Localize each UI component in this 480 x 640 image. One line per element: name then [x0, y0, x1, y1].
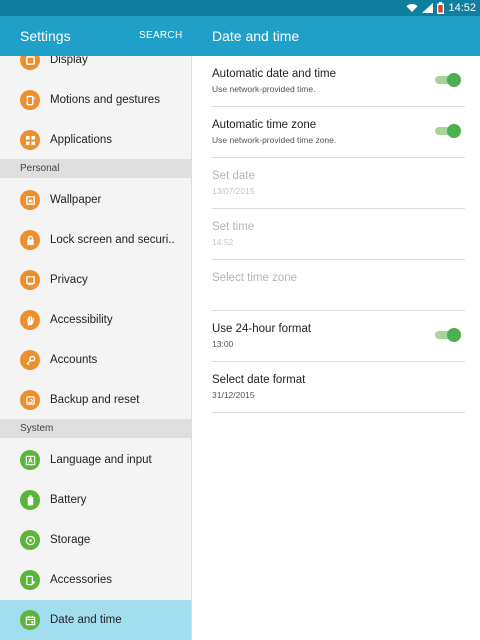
setting-title: Set date	[212, 170, 255, 182]
search-button[interactable]: SEARCH	[139, 30, 182, 41]
toggle-knob	[447, 73, 461, 87]
section-header-system: System	[0, 419, 191, 438]
setting-title: Set time	[212, 221, 255, 233]
settings-sidebar[interactable]: Display Motions and gestures Application…	[0, 56, 192, 640]
date-time-panel: Automatic date and time Use network-prov…	[193, 56, 480, 640]
setting-subtitle: 13:00	[212, 339, 234, 349]
privacy-icon	[20, 270, 40, 290]
lock-icon	[20, 230, 40, 250]
setting-subtitle: 14:52	[212, 237, 234, 247]
section-header-personal: Personal	[0, 159, 191, 178]
wifi-icon	[406, 4, 418, 12]
sidebar-item-label: Storage	[50, 534, 91, 546]
setting-title: Select time zone	[212, 272, 298, 284]
setting-set-time: Set time 14:52	[212, 209, 465, 260]
motions-icon	[20, 90, 40, 110]
sidebar-item-label: Lock screen and securi..	[50, 234, 175, 246]
sidebar-item-motions[interactable]: Motions and gestures	[0, 80, 191, 120]
sidebar-item-language[interactable]: Language and input	[0, 440, 191, 480]
setting-automatic-date-time[interactable]: Automatic date and time Use network-prov…	[212, 56, 465, 107]
sidebar-item-label: Display	[50, 56, 88, 66]
setting-title: Use 24-hour format	[212, 323, 312, 335]
sidebar-item-label: Accessories	[50, 574, 112, 586]
sidebar-item-label: Wallpaper	[50, 194, 102, 206]
sidebar-item-storage[interactable]: Storage	[0, 520, 191, 560]
wallpaper-icon	[20, 190, 40, 210]
applications-icon	[20, 130, 40, 150]
calendar-icon	[20, 610, 40, 630]
app-bar: Settings SEARCH Date and time	[0, 16, 480, 56]
sidebar-item-wallpaper[interactable]: Wallpaper	[0, 180, 191, 220]
setting-subtitle: 31/12/2015	[212, 390, 255, 400]
setting-24-hour-format[interactable]: Use 24-hour format 13:00	[212, 311, 465, 362]
battery-icon	[20, 490, 40, 510]
status-icons: 14:52	[406, 1, 476, 15]
sidebar-item-date-time[interactable]: Date and time	[0, 600, 191, 640]
setting-subtitle: Use network-provided time.	[212, 84, 316, 94]
toggle-knob	[447, 328, 461, 342]
storage-icon	[20, 530, 40, 550]
sidebar-item-battery[interactable]: Battery	[0, 480, 191, 520]
setting-select-time-zone: Select time zone	[212, 260, 465, 311]
sidebar-item-lock-screen[interactable]: Lock screen and securi..	[0, 220, 191, 260]
panel-title: Date and time	[212, 28, 300, 44]
battery-low-icon	[437, 2, 445, 14]
setting-title: Automatic time zone	[212, 119, 317, 131]
accessibility-hand-icon	[20, 310, 40, 330]
setting-title: Automatic date and time	[212, 68, 337, 80]
setting-select-date-format[interactable]: Select date format 31/12/2015	[212, 362, 465, 413]
language-icon	[20, 450, 40, 470]
sidebar-item-label: Backup and reset	[50, 394, 140, 406]
sidebar-item-accessories[interactable]: Accessories	[0, 560, 191, 600]
accessories-icon	[20, 570, 40, 590]
status-bar: 14:52	[0, 0, 480, 16]
key-icon	[20, 350, 40, 370]
sidebar-item-privacy[interactable]: Privacy	[0, 260, 191, 300]
sidebar-item-label: Language and input	[50, 454, 152, 466]
setting-automatic-time-zone[interactable]: Automatic time zone Use network-provided…	[212, 107, 465, 158]
sidebar-item-label: Date and time	[50, 614, 122, 626]
signal-icon	[422, 3, 434, 13]
sidebar-item-label: Battery	[50, 494, 87, 506]
24-hour-format-toggle[interactable]	[435, 328, 461, 342]
sidebar-item-label: Accessibility	[50, 314, 113, 326]
sidebar-item-label: Applications	[50, 134, 113, 146]
backup-icon	[20, 390, 40, 410]
status-clock: 14:52	[448, 2, 476, 14]
settings-title: Settings	[20, 28, 71, 44]
sidebar-item-accounts[interactable]: Accounts	[0, 340, 191, 380]
sidebar-item-backup[interactable]: Backup and reset	[0, 380, 191, 420]
setting-subtitle: Use network-provided time zone.	[212, 135, 337, 145]
setting-title: Select date format	[212, 374, 306, 386]
toggle-knob	[447, 124, 461, 138]
sidebar-item-label: Privacy	[50, 274, 88, 286]
setting-subtitle: 13/07/2015	[212, 186, 255, 196]
sidebar-item-applications[interactable]: Applications	[0, 120, 191, 160]
automatic-date-time-toggle[interactable]	[435, 73, 461, 87]
automatic-time-zone-toggle[interactable]	[435, 124, 461, 138]
setting-set-date: Set date 13/07/2015	[212, 158, 465, 209]
sidebar-item-label: Accounts	[50, 354, 98, 366]
sidebar-item-label: Motions and gestures	[50, 94, 160, 106]
sidebar-item-display[interactable]: Display	[0, 56, 191, 80]
display-icon	[20, 56, 40, 70]
sidebar-item-accessibility[interactable]: Accessibility	[0, 300, 191, 340]
